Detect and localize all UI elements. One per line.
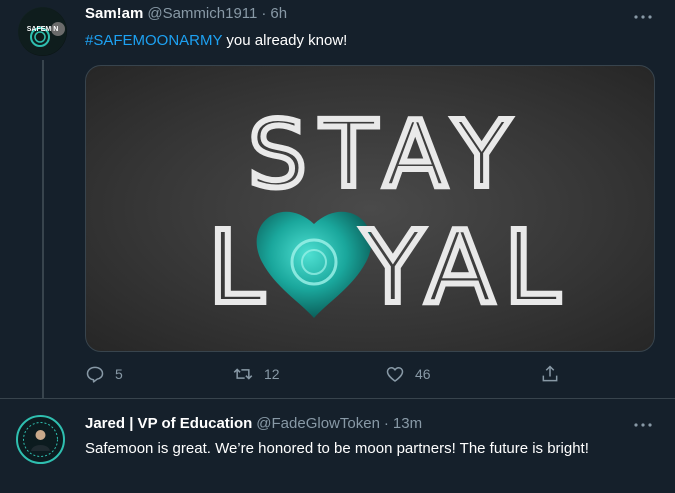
retweet-button[interactable]: 12 [232,364,280,384]
safemoon-logo-icon: SAFEM N [18,7,67,56]
share-icon [542,365,558,382]
fadeglow-badge-icon [18,417,63,462]
tweet-sammich[interactable]: SAFEM N Sam!am @Sammich1911 · 6h #SAFEMO… [0,0,675,398]
teal-heart-icon [256,211,372,318]
display-name[interactable]: Sam!am [85,5,143,22]
timestamp[interactable]: 13m [393,415,422,432]
reply-icon [86,366,104,383]
stay-text: STAY [248,101,523,208]
retweet-icon [233,368,253,380]
loyal-yal-text: YAL [361,209,569,326]
like-count: 46 [415,366,431,382]
avatar[interactable] [16,415,65,464]
user-handle[interactable]: @FadeGlowToken [256,415,380,432]
svg-text:SAFEM N: SAFEM N [27,26,59,33]
loyal-l-text: L [208,209,264,326]
tweet-header: Sam!am @Sammich1911 · 6h [85,5,287,22]
more-horizontal-icon [634,15,652,19]
heart-icon [386,367,404,382]
separator-dot: · [383,415,389,432]
tweet-text: Safemoon is great. We’re honored to be m… [85,440,589,457]
tweet-actions: 5 12 46 [85,364,565,388]
like-button[interactable]: 46 [385,364,431,384]
more-horizontal-icon [634,423,652,427]
tweet-text-rest: you already know! [222,32,348,49]
tweet-media-image[interactable]: STAY L YAL [85,65,655,352]
share-button[interactable] [540,364,560,384]
more-options-button[interactable] [633,7,653,27]
more-options-button[interactable] [633,415,653,435]
separator-dot: · [261,5,267,22]
user-handle[interactable]: @Sammich1911 [147,5,257,22]
reply-button[interactable]: 5 [85,364,123,384]
hashtag-link[interactable]: #SAFEMOONARMY [85,32,222,49]
retweet-count: 12 [264,366,280,382]
display-name[interactable]: Jared | VP of Education [85,415,252,432]
stay-loyal-chalkboard-image: STAY L YAL [205,98,569,329]
reply-count: 5 [115,366,123,382]
tweet-text: #SAFEMOONARMY you already know! [85,31,347,51]
tweet-header: Jared | VP of Education @FadeGlowToken ·… [85,415,422,432]
avatar[interactable]: SAFEM N [18,7,67,56]
timestamp[interactable]: 6h [270,5,287,22]
